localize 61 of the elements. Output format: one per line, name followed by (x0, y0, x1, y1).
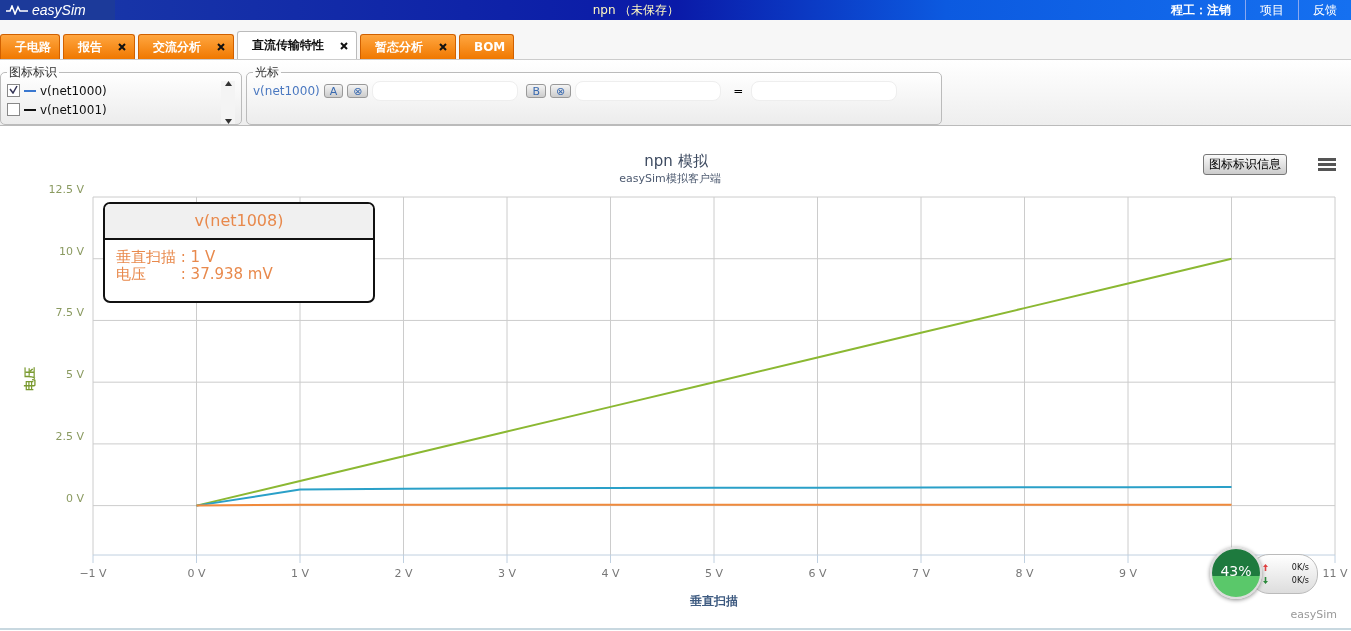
checkbox[interactable] (7, 103, 20, 116)
x-tick-label: 3 V (498, 567, 516, 580)
upload-icon (1263, 564, 1268, 571)
wave-icon (6, 5, 28, 15)
close-icon[interactable] (118, 43, 126, 51)
tab[interactable]: 报告 (63, 34, 135, 59)
cursor-button[interactable]: B (526, 84, 546, 98)
equals-sign: = (733, 84, 744, 98)
x-tick-label: 7 V (912, 567, 930, 580)
x-tick-label: 5 V (705, 567, 723, 580)
tooltip-title: v(net1008) (105, 204, 373, 240)
scroll-up-icon[interactable] (224, 81, 232, 86)
download-speed: 0K/s (1291, 576, 1309, 585)
y-tick-label: 2.5 V (55, 429, 84, 443)
tab[interactable]: 交流分析 (138, 34, 234, 59)
x-axis-title: 垂直扫描 (690, 594, 738, 608)
menu-icon[interactable] (1317, 155, 1337, 173)
logo-text: easySim (32, 2, 86, 18)
cursor-signal: v(net1000) (253, 84, 320, 98)
x-tick-label: 0 V (187, 567, 206, 580)
usage-gauge[interactable]: 43% (1210, 547, 1262, 599)
x-tick-label: 8 V (1015, 567, 1034, 580)
legend-info-button[interactable]: 图标标识信息 (1203, 154, 1287, 175)
checkbox[interactable] (7, 84, 20, 97)
x-tick-label: 2 V (394, 567, 413, 580)
clear-button[interactable]: ⊗ (347, 84, 369, 98)
chart-title: npn 模拟 (644, 152, 708, 170)
panel-title: 光标 (254, 64, 280, 81)
x-tick-label: 1 V (291, 567, 309, 580)
document-title: npn （未保存） (591, 1, 681, 19)
series-label: v(net1000) (40, 83, 107, 98)
download-icon (1263, 577, 1268, 584)
account-link[interactable]: 程工：注销 (1157, 1, 1245, 19)
cursor-button[interactable]: A (323, 84, 344, 98)
scroll-down-icon[interactable] (224, 119, 232, 124)
y-tick-label: 5 V (65, 368, 84, 382)
y-tick-label: 7.5 V (55, 306, 84, 320)
y-tick-label: 10 V (58, 244, 84, 258)
usage-percent: 43% (1219, 563, 1253, 579)
close-icon[interactable] (340, 41, 348, 50)
panel-title: 图标标识 (8, 64, 58, 81)
x-tick-label: 6 V (808, 567, 827, 580)
y-tick-label: 0 V (65, 491, 84, 505)
series-label: v(net1001) (40, 102, 107, 117)
upload-speed: 0K/s (1291, 563, 1309, 572)
y-tick-label: 12.5 V (48, 183, 84, 196)
close-icon[interactable] (439, 43, 447, 51)
x-tick-label: 4 V (601, 567, 620, 580)
tab[interactable]: 子电路 (0, 34, 60, 59)
tab[interactable]: 暂态分析 (360, 34, 456, 59)
tab[interactable]: BOM (459, 34, 515, 59)
clear-button[interactable]: ⊗ (550, 84, 572, 98)
x-tick-label: −1 V (79, 567, 107, 580)
chart-subtitle: easySim模拟客户端 (619, 172, 721, 185)
chart-credit: easySim (1290, 608, 1337, 621)
x-tick-label: 11 V (1322, 567, 1348, 580)
tooltip-values: 垂直扫描 : 1 V 电压 : 37.938 mV (115, 247, 274, 283)
close-icon[interactable] (217, 43, 225, 51)
tab[interactable]: 直流传输特性 (237, 31, 357, 59)
x-tick-label: 9 V (1119, 567, 1137, 580)
y-axis-title: 电压 (23, 367, 37, 391)
